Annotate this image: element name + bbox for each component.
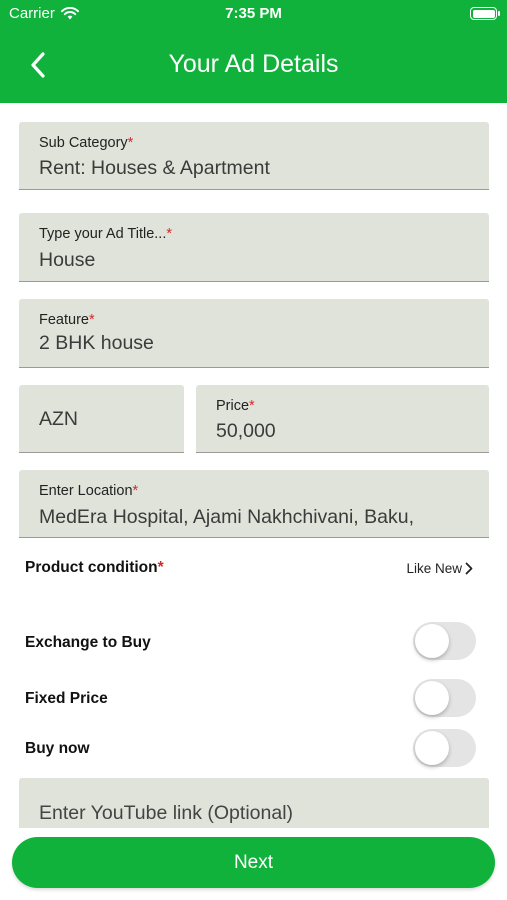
currency-field[interactable]: AZN	[19, 385, 184, 453]
header-bar: Carrier 7:35 PM Your Ad Details	[0, 0, 507, 103]
fixed-price-toggle[interactable]	[413, 679, 476, 717]
page-title: Your Ad Details	[168, 50, 339, 78]
youtube-link-input[interactable]: Enter YouTube link (Optional)	[19, 778, 489, 828]
battery-icon	[470, 7, 500, 20]
feature-field[interactable]: Feature* 2 BHK house	[19, 299, 489, 368]
price-value: 50,000	[216, 420, 276, 442]
next-button[interactable]: Next	[12, 837, 495, 888]
product-condition-selector[interactable]: Like New	[406, 561, 473, 576]
fixed-price-label: Fixed Price	[25, 690, 108, 707]
buy-now-label: Buy now	[25, 740, 90, 757]
price-label: Price*	[216, 398, 255, 414]
ad-title-label: Type your Ad Title...*	[39, 226, 172, 242]
exchange-to-buy-label: Exchange to Buy	[25, 634, 151, 651]
sub-category-value: Rent: Houses & Apartment	[39, 157, 270, 179]
buy-now-toggle[interactable]	[413, 729, 476, 767]
status-bar: Carrier 7:35 PM	[0, 0, 507, 28]
product-condition-label: Product condition*	[25, 559, 164, 576]
ad-details-screen: Carrier 7:35 PM Your Ad Details Sub Cate…	[0, 0, 507, 900]
currency-value: AZN	[39, 408, 78, 430]
sub-category-label: Sub Category*	[39, 135, 134, 151]
product-condition-value: Like New	[406, 561, 462, 576]
ad-title-value: House	[39, 249, 96, 271]
location-value: MedEra Hospital, Ajami Nakhchivani, Baku…	[39, 506, 415, 528]
sub-category-field[interactable]: Sub Category* Rent: Houses & Apartment	[19, 122, 489, 190]
ad-title-field[interactable]: Type your Ad Title...* House	[19, 213, 489, 282]
exchange-to-buy-toggle[interactable]	[413, 622, 476, 660]
price-field[interactable]: Price* 50,000	[196, 385, 489, 453]
youtube-link-placeholder: Enter YouTube link (Optional)	[39, 802, 294, 824]
location-field[interactable]: Enter Location* MedEra Hospital, Ajami N…	[19, 470, 489, 538]
status-time: 7:35 PM	[225, 5, 282, 22]
feature-label: Feature*	[39, 312, 95, 328]
chevron-right-icon	[465, 562, 473, 575]
location-label: Enter Location*	[39, 483, 139, 499]
feature-value: 2 BHK house	[39, 332, 154, 354]
